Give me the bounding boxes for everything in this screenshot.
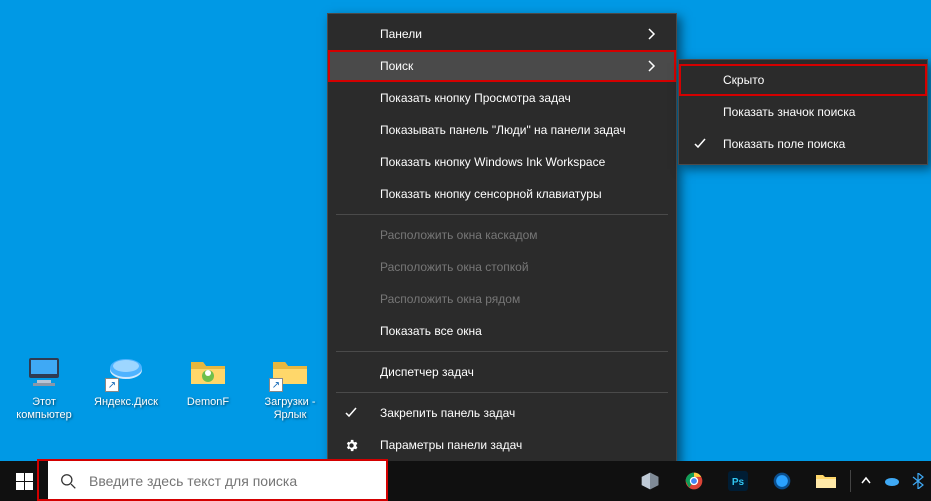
desktop-icon-label: DemonF	[187, 396, 229, 409]
desktop-icons: Этот компьютер ↗ Яндекс.Диск DemonF ↗ За…	[8, 350, 326, 422]
desktop-icon-this-pc[interactable]: Этот компьютер	[8, 350, 80, 422]
tray-overflow-chevron[interactable]	[853, 461, 879, 501]
search-submenu: Скрыто Показать значок поиска Показать п…	[678, 59, 928, 165]
menu-item-task-manager[interactable]: Диспетчер задач	[328, 356, 676, 388]
menu-item-sidebyside: Расположить окна рядом	[328, 283, 676, 315]
menu-item-label: Расположить окна стопкой	[380, 260, 529, 274]
desktop-icon-yandex-disk[interactable]: ↗ Яндекс.Диск	[90, 350, 162, 422]
menu-item-label: Показать кнопку Windows Ink Workspace	[380, 155, 605, 169]
menu-item-label: Показать кнопку сенсорной клавиатуры	[380, 187, 602, 201]
check-icon	[691, 135, 709, 153]
tray-app-virtualbox[interactable]	[628, 461, 672, 501]
desktop-icon-downloads[interactable]: ↗ Загрузки - Ярлык	[254, 350, 326, 422]
menu-item-label: Показать все окна	[380, 324, 482, 338]
tray-separator	[850, 470, 851, 492]
submenu-item-show-icon[interactable]: Показать значок поиска	[679, 96, 927, 128]
menu-item-label: Показать значок поиска	[723, 105, 855, 119]
menu-separator	[336, 351, 668, 352]
gear-icon	[342, 436, 360, 454]
taskbar-context-menu: Панели Поиск Показать кнопку Просмотра з…	[327, 13, 677, 466]
desktop-icon-demonf[interactable]: DemonF	[172, 350, 244, 422]
menu-item-show-all-windows[interactable]: Показать все окна	[328, 315, 676, 347]
taskbar-search-box[interactable]	[48, 461, 386, 501]
shortcut-arrow-icon: ↗	[269, 378, 283, 392]
desktop-icon-label: Яндекс.Диск	[94, 396, 158, 409]
desktop-icon-label: Загрузки - Ярлык	[265, 396, 316, 422]
tray-yandex-disk-icon[interactable]	[879, 461, 905, 501]
menu-item-cascade: Расположить окна каскадом	[328, 219, 676, 251]
menu-item-label: Расположить окна рядом	[380, 292, 520, 306]
windows-logo-icon	[16, 473, 33, 490]
menu-item-ink-workspace[interactable]: Показать кнопку Windows Ink Workspace	[328, 146, 676, 178]
menu-item-people[interactable]: Показывать панель "Люди" на панели задач	[328, 114, 676, 146]
menu-separator	[336, 214, 668, 215]
start-button[interactable]	[0, 461, 48, 501]
menu-item-label: Параметры панели задач	[380, 438, 522, 452]
folder-icon	[187, 350, 229, 392]
menu-item-touch-keyboard[interactable]: Показать кнопку сенсорной клавиатуры	[328, 178, 676, 210]
menu-item-stacked: Расположить окна стопкой	[328, 251, 676, 283]
taskbar: Ps	[0, 461, 931, 501]
menu-item-label: Скрыто	[723, 73, 764, 87]
folder-icon: ↗	[269, 350, 311, 392]
menu-item-lock-taskbar[interactable]: Закрепить панель задач	[328, 397, 676, 429]
search-input[interactable]	[89, 473, 374, 489]
submenu-item-show-box[interactable]: Показать поле поиска	[679, 128, 927, 160]
shortcut-arrow-icon: ↗	[105, 378, 119, 392]
chevron-right-icon	[648, 28, 656, 40]
chevron-right-icon	[648, 60, 656, 72]
submenu-item-hidden[interactable]: Скрыто	[679, 64, 927, 96]
menu-item-label: Панели	[380, 27, 422, 41]
this-pc-icon	[23, 350, 65, 392]
menu-item-label: Поиск	[380, 59, 413, 73]
menu-separator	[336, 392, 668, 393]
tray-app-photoshop[interactable]: Ps	[716, 461, 760, 501]
menu-item-label: Показывать панель "Люди" на панели задач	[380, 123, 626, 137]
search-icon	[60, 473, 77, 490]
menu-item-label: Закрепить панель задач	[380, 406, 515, 420]
yandex-disk-icon: ↗	[105, 350, 147, 392]
menu-item-toolbars[interactable]: Панели	[328, 18, 676, 50]
menu-item-taskbar-settings[interactable]: Параметры панели задач	[328, 429, 676, 461]
menu-item-label: Диспетчер задач	[380, 365, 474, 379]
tray-app-explorer[interactable]	[804, 461, 848, 501]
svg-text:Ps: Ps	[732, 477, 745, 488]
menu-item-label: Показать кнопку Просмотра задач	[380, 91, 571, 105]
tray-app-browser[interactable]	[760, 461, 804, 501]
menu-item-search[interactable]: Поиск	[328, 50, 676, 82]
menu-item-label: Расположить окна каскадом	[380, 228, 538, 242]
tray-bluetooth-icon[interactable]	[905, 461, 931, 501]
menu-item-task-view[interactable]: Показать кнопку Просмотра задач	[328, 82, 676, 114]
desktop-icon-label: Этот компьютер	[16, 396, 71, 422]
taskbar-tray: Ps	[628, 461, 931, 501]
menu-item-label: Показать поле поиска	[723, 137, 845, 151]
check-icon	[342, 404, 360, 422]
tray-app-chrome[interactable]	[672, 461, 716, 501]
